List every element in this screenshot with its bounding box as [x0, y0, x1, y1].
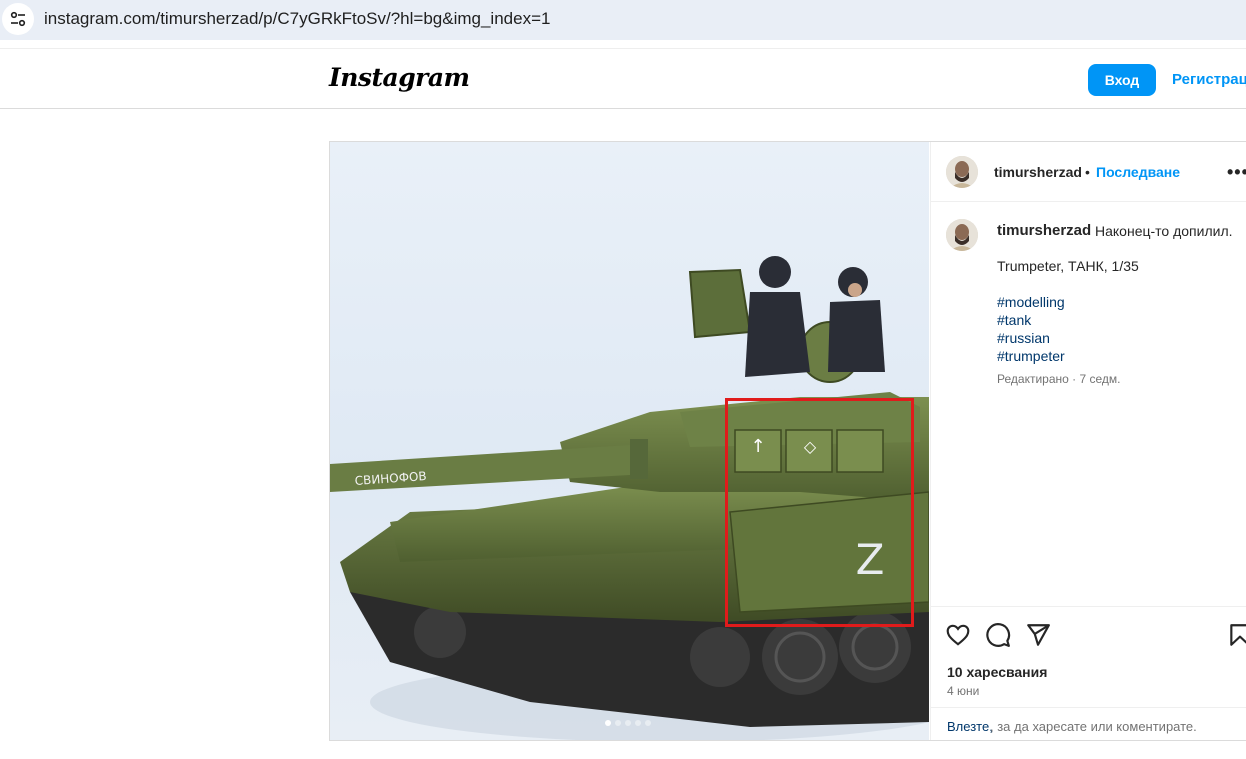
login-prompt-text: , за да харесате или коментирате. — [990, 719, 1197, 734]
separator-dot: • — [1085, 164, 1090, 180]
instagram-logo[interactable]: Instagram — [329, 63, 470, 92]
instagram-header: Instagram Вход Регистрац — [0, 48, 1246, 109]
post-header: timursherzad • Последване ••• — [931, 142, 1246, 202]
caption-username[interactable]: timursherzad — [997, 222, 1091, 239]
hashtag-link[interactable]: #modelling — [997, 294, 1065, 310]
register-link[interactable]: Регистрац — [1172, 71, 1246, 88]
heart-icon[interactable] — [945, 622, 971, 648]
hashtag-link[interactable]: #russian — [997, 330, 1050, 346]
edited-timestamp: Редактирано · 7 седм. — [997, 372, 1121, 386]
caption-line: Trumpeter, ТАНК, 1/35 — [997, 258, 1139, 274]
more-options-icon[interactable]: ••• — [1227, 162, 1246, 183]
carousel-dot[interactable] — [635, 720, 641, 726]
username-link[interactable]: timursherzad — [994, 164, 1082, 180]
bookmark-icon[interactable] — [1227, 622, 1246, 648]
carousel-dot[interactable] — [625, 720, 631, 726]
post-date[interactable]: 4 юни — [947, 684, 979, 698]
avatar[interactable] — [946, 156, 978, 188]
site-info-icon[interactable] — [2, 3, 34, 35]
carousel-indicator — [605, 720, 651, 726]
login-button[interactable]: Вход — [1088, 64, 1156, 96]
comment-icon[interactable] — [985, 622, 1011, 648]
browser-address-bar: instagram.com/timursherzad/p/C7yGRkFtoSv… — [0, 0, 1246, 40]
url-field[interactable]: instagram.com/timursherzad/p/C7yGRkFtoSv… — [44, 9, 550, 29]
carousel-dot[interactable] — [605, 720, 611, 726]
follow-button[interactable]: Последване — [1096, 164, 1180, 180]
post-actions: 10 харесвания 4 юни Влезте, , за да харе… — [931, 606, 1246, 740]
hashtag-link[interactable]: #tank — [997, 312, 1031, 328]
caption-text: Наконец-то допилил. — [1095, 223, 1233, 239]
post-sidebar: timursherzad • Последване ••• timursherz… — [930, 142, 1246, 740]
login-prompt: Влезте, , за да харесате или коментирате… — [931, 707, 1246, 741]
carousel-dot[interactable] — [645, 720, 651, 726]
login-link[interactable]: Влезте, — [947, 719, 993, 734]
caption-avatar[interactable] — [946, 219, 978, 251]
carousel-dot[interactable] — [615, 720, 621, 726]
hashtag-link[interactable]: #trumpeter — [997, 348, 1065, 364]
likes-count[interactable]: 10 харесвания — [947, 664, 1047, 680]
highlight-rectangle — [725, 398, 914, 627]
share-icon[interactable] — [1025, 622, 1051, 648]
